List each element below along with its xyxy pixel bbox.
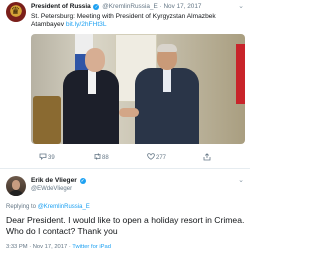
- eagle-emblem-icon: ♛: [11, 6, 20, 17]
- tweet-link[interactable]: bit.ly/2hFHt3L: [66, 21, 107, 28]
- reply-source[interactable]: Twitter for iPad: [72, 244, 111, 250]
- tweet-header: President of Russia ✓ @KremlinRussia_E ·…: [31, 3, 201, 10]
- tweet-text-body: St. Petersburg: Meeting with President o…: [31, 13, 216, 29]
- reply-timestamp[interactable]: 3:33 PM · Nov 17, 2017 ·: [6, 244, 72, 250]
- verified-icon: ✓: [79, 178, 86, 184]
- reply-author-avatar[interactable]: [6, 176, 26, 196]
- replying-to: Replying to @KremlinRussia_E: [6, 204, 90, 210]
- separator-dot: ·: [159, 3, 162, 10]
- tweet-divider: [0, 168, 250, 169]
- tweet-date[interactable]: Nov 17, 2017: [163, 3, 201, 10]
- replying-prefix: Replying to: [6, 204, 38, 210]
- replying-to-handle[interactable]: @KremlinRussia_E: [38, 204, 90, 210]
- reply-text: Dear President. I would like to open a h…: [6, 215, 245, 236]
- reply-action[interactable]: 39: [39, 153, 55, 162]
- tweet-text: St. Petersburg: Meeting with President o…: [31, 13, 245, 30]
- like-icon: [147, 153, 156, 162]
- retweet-count: 88: [102, 155, 109, 161]
- like-action[interactable]: 277: [147, 153, 166, 162]
- menu-chevron-icon[interactable]: ⌄: [238, 176, 244, 184]
- reply-author-name[interactable]: Erik de Vlieger: [31, 177, 77, 184]
- original-tweet[interactable]: ♛ President of Russia ✓ @KremlinRussia_E…: [0, 0, 250, 166]
- reply-count: 39: [48, 155, 55, 161]
- person-left-shirt: [88, 70, 96, 94]
- person-right-shirt: [163, 68, 171, 92]
- verified-icon: ✓: [93, 4, 100, 10]
- author-name[interactable]: President of Russia: [31, 3, 91, 10]
- reply-meta: 3:33 PM · Nov 17, 2017 · Twitter for iPa…: [6, 244, 111, 250]
- retweet-icon: [93, 153, 102, 162]
- author-handle[interactable]: @KremlinRussia_E: [102, 3, 158, 10]
- retweet-action[interactable]: 88: [93, 153, 109, 162]
- like-count: 277: [156, 155, 167, 161]
- person-left-head: [85, 48, 105, 72]
- chair: [33, 96, 61, 144]
- share-icon: [203, 153, 212, 163]
- handshake: [119, 108, 139, 117]
- tweet-actions: 39 88 277: [31, 153, 245, 163]
- tweet-photo[interactable]: [31, 34, 245, 144]
- reply-author-handle[interactable]: @EWdeVlieger: [31, 186, 72, 192]
- reply-icon: [39, 153, 48, 162]
- president-avatar[interactable]: ♛: [6, 2, 26, 22]
- person-right-hair: [157, 44, 177, 52]
- menu-chevron-icon[interactable]: ⌄: [238, 2, 244, 10]
- share-action[interactable]: [203, 153, 212, 163]
- kyrgyz-flag: [236, 44, 245, 104]
- reply-author-name-row: Erik de Vlieger ✓: [31, 177, 86, 184]
